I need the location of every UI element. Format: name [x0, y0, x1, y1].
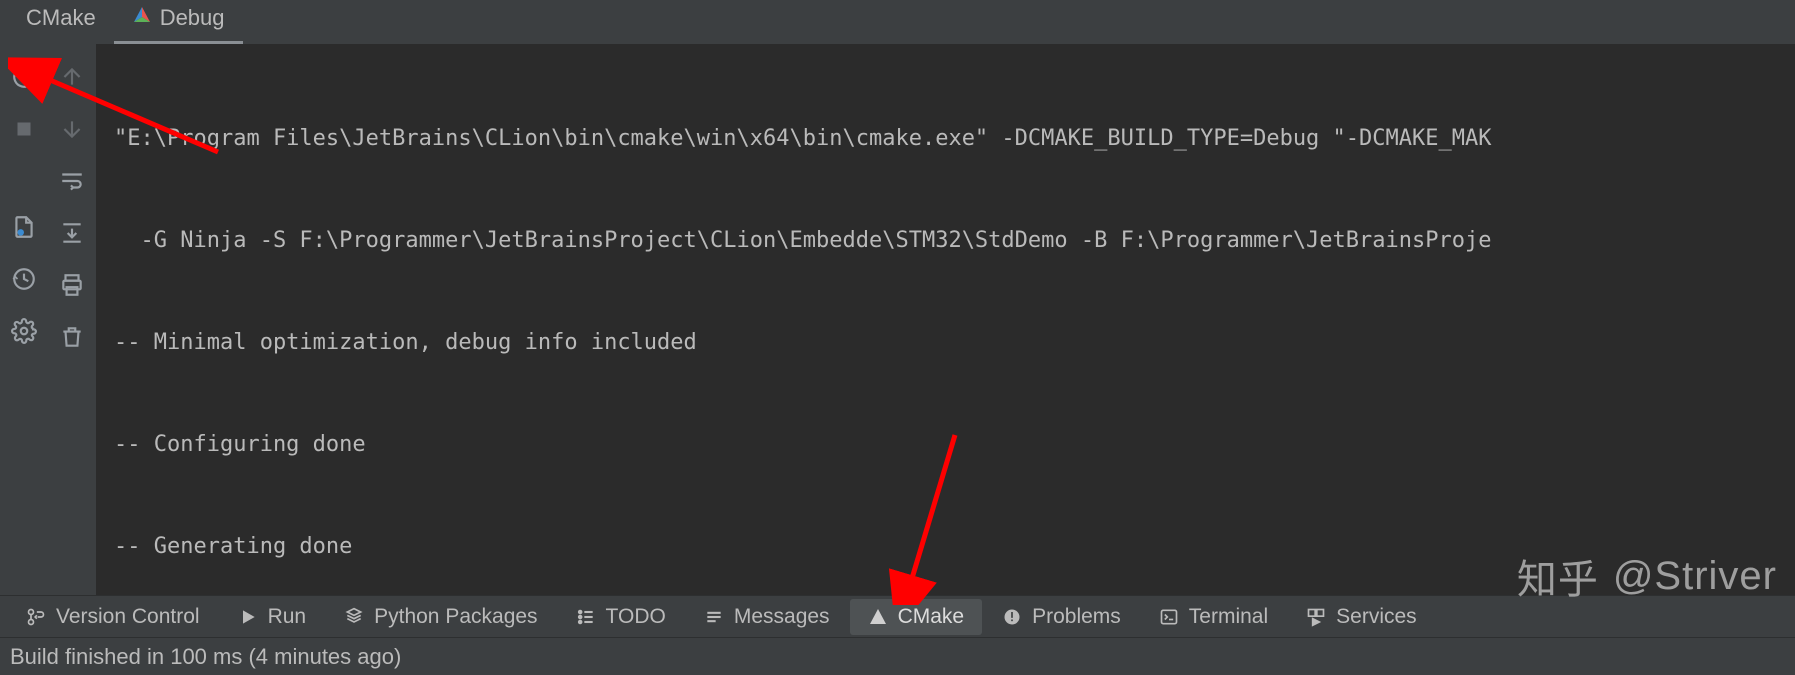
console-line: -G Ninja -S F:\Programmer\JetBrainsProje… [114, 224, 1777, 258]
watermark-site: 知乎 [1517, 547, 1599, 605]
bottom-run-label: Run [268, 605, 307, 629]
scroll-to-end-button[interactable] [55, 216, 89, 250]
settings-button[interactable] [7, 314, 41, 348]
console-output[interactable]: "E:\Program Files\JetBrains\CLion\bin\cm… [96, 44, 1795, 595]
top-tab-bar: CMake Debug [0, 0, 1795, 44]
bottom-todo[interactable]: TODO [558, 599, 684, 635]
bottom-terminal[interactable]: Terminal [1141, 599, 1286, 635]
tab-cmake-label: CMake [26, 5, 96, 31]
up-arrow-button[interactable] [55, 60, 89, 94]
console-line: -- Minimal optimization, debug info incl… [114, 326, 1777, 360]
toolbar-column-b [48, 44, 96, 595]
bottom-terminal-label: Terminal [1189, 605, 1268, 629]
print-button[interactable] [55, 268, 89, 302]
soft-wrap-button[interactable] [55, 164, 89, 198]
tab-debug-label: Debug [160, 5, 225, 31]
console-line: "E:\Program Files\JetBrains\CLion\bin\cm… [114, 122, 1777, 156]
history-button[interactable] [7, 262, 41, 296]
bottom-cmake-label: CMake [898, 605, 965, 629]
bottom-version-control-label: Version Control [56, 605, 200, 629]
down-arrow-button[interactable] [55, 112, 89, 146]
status-bar: Build finished in 100 ms (4 minutes ago) [0, 637, 1795, 675]
reload-button[interactable] [7, 60, 41, 94]
watermark-author: @Striver [1613, 554, 1777, 599]
tab-cmake[interactable]: CMake [8, 0, 114, 44]
main-area: "E:\Program Files\JetBrains\CLion\bin\cm… [0, 44, 1795, 595]
bottom-todo-label: TODO [606, 605, 666, 629]
bottom-messages-label: Messages [734, 605, 830, 629]
bottom-problems[interactable]: Problems [984, 599, 1139, 635]
tab-debug[interactable]: Debug [114, 0, 243, 44]
bottom-messages[interactable]: Messages [686, 599, 848, 635]
bottom-problems-label: Problems [1032, 605, 1121, 629]
watermark: 知乎 @Striver [1517, 547, 1777, 605]
toolbar-column-a [0, 44, 48, 595]
left-toolbar [0, 44, 96, 595]
stop-button[interactable] [7, 112, 41, 146]
bottom-python-packages-label: Python Packages [374, 605, 537, 629]
cmake-logo-icon [132, 5, 152, 31]
bottom-python-packages[interactable]: Python Packages [326, 599, 555, 635]
bottom-version-control[interactable]: Version Control [8, 599, 218, 635]
bottom-services-label: Services [1336, 605, 1417, 629]
bottom-cmake[interactable]: CMake [850, 599, 983, 635]
bottom-run[interactable]: Run [220, 599, 325, 635]
bottom-services[interactable]: Services [1288, 599, 1435, 635]
status-text: Build finished in 100 ms (4 minutes ago) [10, 644, 401, 670]
clear-button[interactable] [55, 320, 89, 354]
console-line: -- Configuring done [114, 428, 1777, 462]
open-settings-file-button[interactable] [7, 210, 41, 244]
